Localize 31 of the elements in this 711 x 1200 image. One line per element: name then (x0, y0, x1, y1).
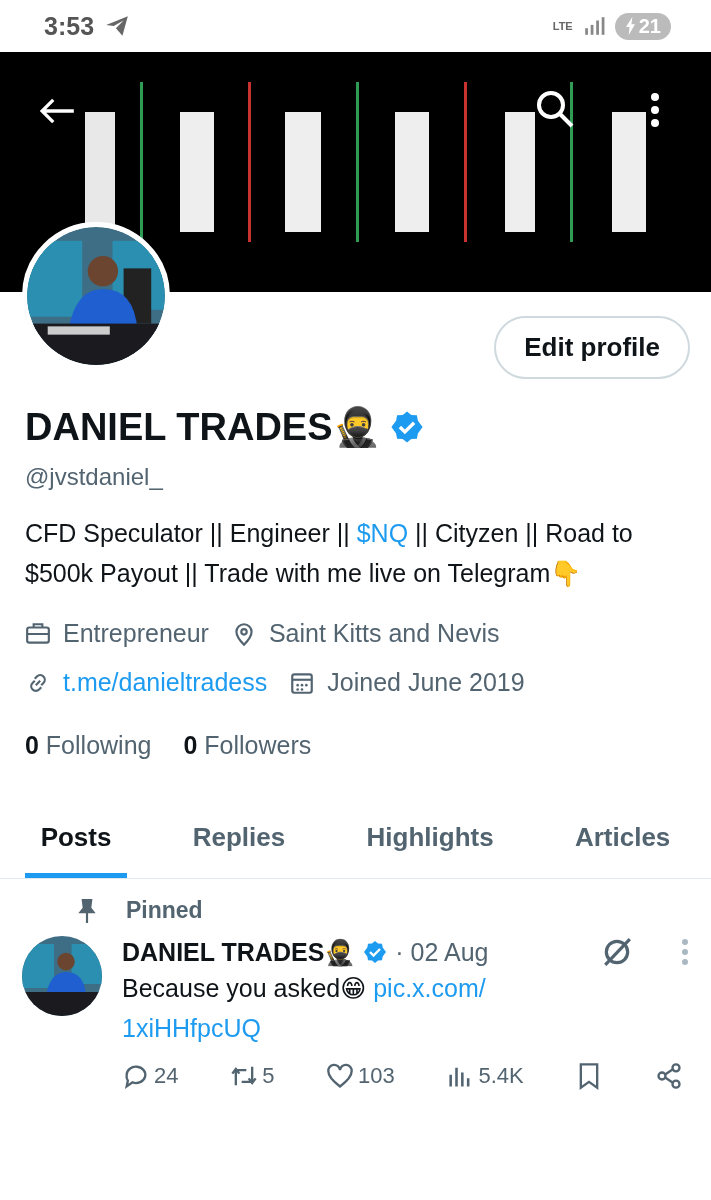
profile-tab[interactable]: Posts (24, 812, 128, 878)
status-time: 3:53 (44, 11, 95, 41)
profile-detail: Saint Kitts and Nevis (268, 619, 500, 648)
post-author: DANIEL TRADES🥷 (122, 937, 356, 967)
post-text: Because you asked😁 pic.x.com/ 1xiHHfpcUQ (122, 973, 487, 1044)
profile-tab[interactable]: Highlights (350, 812, 510, 878)
briefcase-icon (25, 620, 51, 647)
stat-count: 5 (262, 1063, 275, 1089)
profile-tab[interactable]: Articles (558, 812, 687, 878)
network-label: LTE (552, 20, 573, 32)
heart-icon[interactable] (326, 1062, 355, 1090)
share-icon[interactable] (655, 1062, 683, 1090)
battery-level: 21 (638, 14, 661, 38)
pin-icon (76, 897, 98, 924)
profile-bio: CFD Speculator || Engineer || $NQ || Cityzen || Road to $500k Payout || Trade with me live on Telegram👇 (25, 518, 634, 589)
stat-count: 24 (154, 1063, 179, 1089)
followers-link[interactable]: 0 Followers (183, 731, 312, 760)
signal-icon (582, 15, 605, 37)
edit-profile-button[interactable]: Edit profile (494, 316, 690, 379)
profile-handle: @jvstdaniel_ (25, 463, 164, 491)
profile-detail: Entrepreneur (63, 619, 209, 648)
stat-count: 103 (358, 1063, 395, 1089)
profile-tab[interactable]: Replies (176, 812, 302, 878)
profile-detail: Joined June 2019 (327, 668, 525, 697)
charging-bolt-icon (624, 17, 636, 35)
following-link[interactable]: 0 Following (25, 731, 152, 760)
stat-count: 5.4K (478, 1063, 524, 1089)
post-date: · 02 Aug (395, 937, 489, 967)
profile-name: DANIEL TRADES🥷 (25, 405, 380, 449)
slashed-circle-icon[interactable] (601, 936, 633, 968)
pinned-label: Pinned (126, 897, 203, 924)
